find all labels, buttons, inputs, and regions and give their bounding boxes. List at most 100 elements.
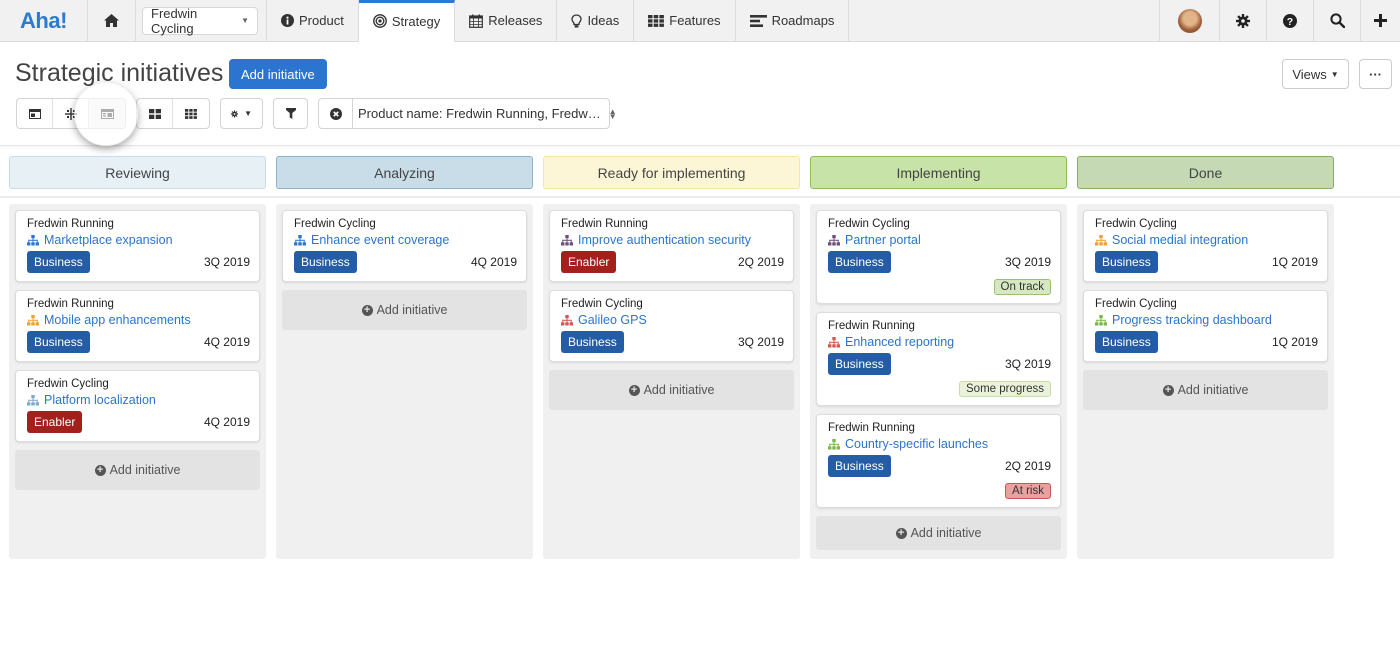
clear-filter-button[interactable]	[319, 99, 353, 128]
card-release-date: 4Q 2019	[203, 415, 250, 429]
filter-value: Product name: Fredwin Running, Fredw…	[358, 106, 601, 121]
card-release-date: 3Q 2019	[737, 335, 784, 349]
detail-layout-icon	[28, 108, 41, 119]
views-dropdown[interactable]: Views ▼	[1282, 59, 1349, 89]
search-button[interactable]	[1313, 0, 1360, 41]
layout-card-button[interactable]	[89, 99, 125, 128]
product-filter[interactable]: Product name: Fredwin Running, Fredw… ▲ ▼	[318, 98, 617, 129]
card-title-link[interactable]: Marketplace expansion	[27, 233, 250, 247]
add-initiative-tile[interactable]: + Add initiative	[549, 370, 794, 410]
lightbulb-icon	[571, 13, 583, 27]
tab-product[interactable]: Product	[267, 0, 359, 41]
tab-features[interactable]: Features	[634, 0, 736, 41]
initiative-card[interactable]: Fredwin Cycling Galileo GPS Business 3Q …	[549, 290, 794, 362]
grid-button-group	[136, 98, 210, 129]
card-title: Social medial integration	[1112, 233, 1249, 247]
hierarchy-icon	[1095, 314, 1107, 325]
initiative-type-badge: Business	[27, 251, 90, 273]
info-circle-icon	[281, 14, 294, 27]
card-layout-icon	[100, 108, 114, 119]
initiative-card[interactable]: Fredwin Cycling Platform localization En…	[15, 370, 260, 442]
initiative-type-badge: Enabler	[561, 251, 617, 273]
initiative-card[interactable]: Fredwin Running Country-specific launche…	[816, 414, 1061, 508]
initiative-card[interactable]: Fredwin Cycling Social medial integratio…	[1083, 210, 1328, 282]
settings-dropdown-button[interactable]: ▼	[220, 98, 263, 129]
card-title: Marketplace expansion	[44, 233, 173, 247]
add-initiative-label: Add initiative	[109, 463, 181, 477]
initiative-card[interactable]: Fredwin Running Marketplace expansion Bu…	[15, 210, 260, 282]
more-options-button[interactable]: ···	[1359, 59, 1392, 89]
card-title-link[interactable]: Enhanced reporting	[828, 335, 1051, 349]
initiative-card[interactable]: Fredwin Running Enhanced reporting Busin…	[816, 312, 1061, 406]
help-button[interactable]: ?	[1266, 0, 1313, 41]
hierarchy-icon	[828, 438, 840, 449]
lane-header-analyzing: Analyzing	[276, 156, 533, 189]
tab-label: Strategy	[391, 13, 441, 29]
status-badge[interactable]: At risk	[1005, 483, 1051, 499]
filter-button[interactable]	[273, 98, 308, 129]
add-initiative-tile[interactable]: + Add initiative	[1083, 370, 1328, 410]
card-title-link[interactable]: Platform localization	[27, 393, 250, 407]
card-title-link[interactable]: Partner portal	[828, 233, 1051, 247]
filter-select[interactable]: Product name: Fredwin Running, Fredw… ▲ ▼	[353, 99, 617, 128]
status-badge[interactable]: Some progress	[959, 381, 1051, 397]
card-product-name: Fredwin Cycling	[828, 218, 910, 230]
add-initiative-tile[interactable]: + Add initiative	[816, 516, 1061, 550]
initiative-card[interactable]: Fredwin Running Mobile app enhancements …	[15, 290, 260, 362]
hierarchy-icon	[1095, 234, 1107, 245]
hierarchy-icon	[561, 314, 573, 325]
card-title-link[interactable]: Progress tracking dashboard	[1095, 313, 1318, 327]
tab-roadmaps[interactable]: Roadmaps	[736, 0, 850, 41]
create-button[interactable]	[1360, 0, 1400, 41]
add-initiative-tile[interactable]: + Add initiative	[282, 290, 527, 330]
target-icon	[372, 14, 387, 28]
user-avatar-button[interactable]	[1159, 0, 1219, 41]
card-title: Galileo GPS	[578, 313, 647, 327]
small-grid-button[interactable]	[173, 99, 209, 128]
card-title-link[interactable]: Enhance event coverage	[294, 233, 517, 247]
add-initiative-label: Add initiative	[1177, 383, 1249, 397]
card-product-name: Fredwin Running	[27, 298, 114, 310]
layout-detail-button[interactable]	[17, 99, 53, 128]
card-title-link[interactable]: Galileo GPS	[561, 313, 784, 327]
initiative-type-badge: Business	[1095, 331, 1158, 353]
initiative-type-badge: Business	[828, 251, 891, 273]
card-release-date: 2Q 2019	[737, 255, 784, 269]
card-title-link[interactable]: Mobile app enhancements	[27, 313, 250, 327]
product-select-value: Fredwin Cycling	[151, 5, 198, 36]
card-release-date: 4Q 2019	[203, 335, 250, 349]
hierarchy-icon	[828, 336, 840, 347]
initiative-card[interactable]: Fredwin Cycling Partner portal Business …	[816, 210, 1061, 304]
card-title: Enhanced reporting	[845, 335, 955, 349]
lane-column: Fredwin Cycling Partner portal Business …	[810, 204, 1067, 559]
tab-strategy[interactable]: Strategy	[358, 0, 456, 42]
card-title-link[interactable]: Country-specific launches	[828, 437, 1051, 451]
initiative-card[interactable]: Fredwin Running Improve authentication s…	[549, 210, 794, 282]
initiative-type-badge: Business	[1095, 251, 1158, 273]
initiative-type-badge: Business	[828, 353, 891, 375]
lane-column: Fredwin Cycling Social medial integratio…	[1077, 204, 1334, 559]
large-grid-button[interactable]	[137, 99, 173, 128]
add-initiative-tile[interactable]: + Add initiative	[15, 450, 260, 490]
card-title-link[interactable]: Social medial integration	[1095, 233, 1318, 247]
layout-compact-button[interactable]	[53, 99, 89, 128]
tab-releases[interactable]: Releases	[455, 0, 558, 41]
search-icon	[1329, 13, 1345, 28]
initiative-card[interactable]: Fredwin Cycling Enhance event coverage B…	[282, 210, 527, 282]
initiative-type-badge: Business	[294, 251, 357, 273]
card-release-date: 4Q 2019	[470, 255, 517, 269]
plus-circle-icon: +	[628, 384, 640, 396]
add-initiative-button[interactable]: Add initiative	[229, 59, 327, 89]
initiative-card[interactable]: Fredwin Cycling Progress tracking dashbo…	[1083, 290, 1328, 362]
plus-circle-icon: +	[361, 304, 373, 316]
aha-logo[interactable]: Aha!	[0, 0, 88, 41]
card-product-name: Fredwin Cycling	[1095, 218, 1177, 230]
product-select[interactable]: Fredwin Cycling ▼	[142, 5, 258, 36]
filter-icon	[285, 108, 296, 119]
hierarchy-icon	[561, 234, 573, 245]
tab-ideas[interactable]: Ideas	[557, 0, 635, 41]
card-title-link[interactable]: Improve authentication security	[561, 233, 784, 247]
status-badge[interactable]: On track	[993, 279, 1051, 295]
home-button[interactable]	[88, 0, 136, 41]
settings-button[interactable]	[1219, 0, 1266, 41]
